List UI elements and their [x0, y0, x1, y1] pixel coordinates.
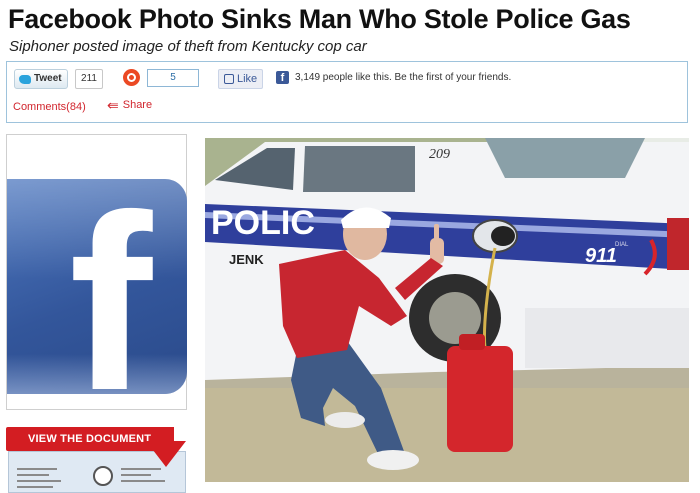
document-seal-icon	[93, 466, 113, 486]
facebook-logo-icon: f	[7, 179, 187, 394]
tweet-button[interactable]: Tweet	[14, 69, 68, 89]
photo-caption-edge	[205, 485, 689, 493]
stumbleupon-icon[interactable]	[123, 69, 140, 86]
thumbs-up-icon	[224, 74, 234, 84]
car-door-text-lower: JENK	[229, 252, 264, 267]
article-headline: Facebook Photo Sinks Man Who Stole Polic…	[8, 4, 631, 34]
facebook-icon: f	[276, 71, 289, 84]
dial-text: DIAL	[615, 242, 629, 248]
facebook-logo-panel: f	[6, 134, 187, 410]
comments-link[interactable]: Comments(84)	[13, 101, 86, 113]
share-label: Share	[122, 99, 153, 111]
like-label: Like	[237, 73, 258, 85]
article-subheadline: Siphoner posted image of theft from Kent…	[9, 38, 367, 55]
share-arrow-icon: ⇚	[107, 97, 119, 113]
twitter-bird-icon	[19, 74, 31, 84]
tweet-count: 211	[75, 69, 103, 89]
article-photo: POLIC JENK 209 DIAL 911	[205, 138, 689, 482]
share-bar: Tweet 211 5 Like f 3,149 people like thi…	[6, 61, 688, 123]
stumbleupon-count: 5	[147, 69, 199, 87]
facebook-logo-letter: f	[69, 179, 153, 394]
tweet-label: Tweet	[34, 73, 62, 84]
car-number: 209	[429, 147, 450, 162]
like-count-text: 3,149 people like this. Be the first of …	[295, 72, 512, 83]
document-arrow-icon	[146, 441, 186, 467]
badge-911-text: 911	[585, 245, 617, 267]
view-document-panel[interactable]: VIEW THE DOCUMENT	[6, 423, 187, 493]
share-link[interactable]: ⇚ Share	[107, 98, 152, 112]
car-door-text: POLIC	[211, 204, 315, 242]
facebook-like-button[interactable]: Like	[218, 69, 264, 89]
